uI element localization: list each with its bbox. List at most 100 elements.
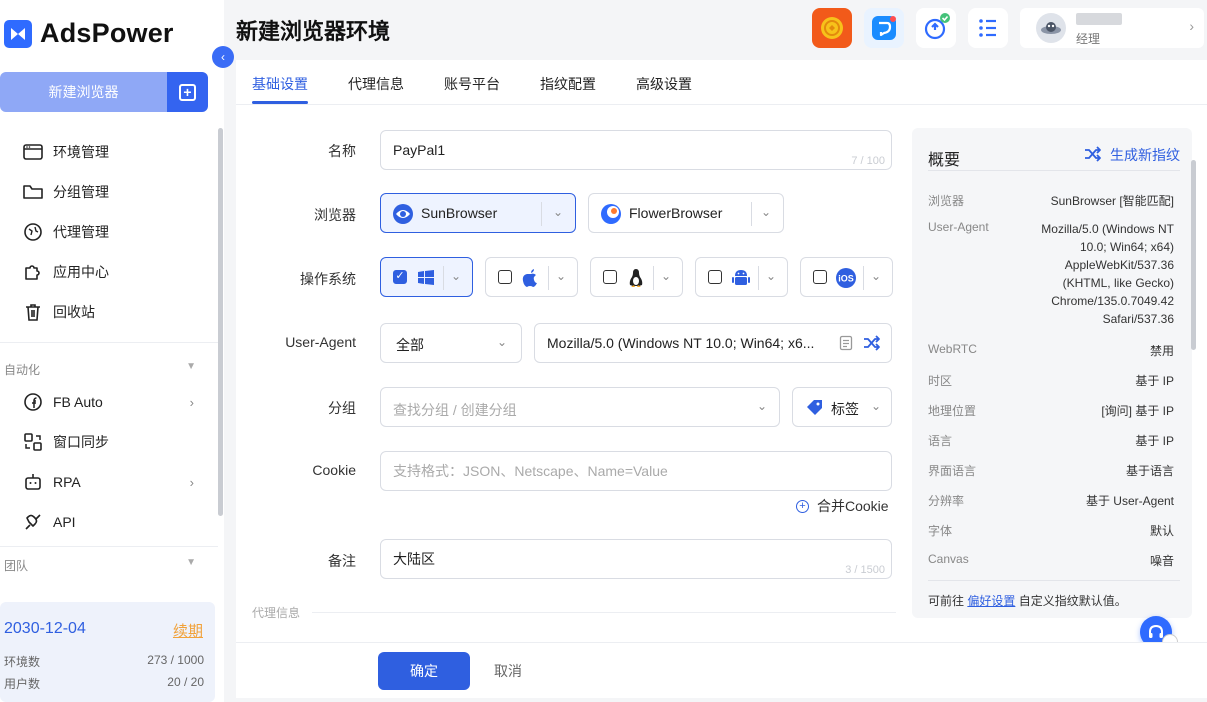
browser-sunbrowser-select[interactable]: SunBrowser ⌄ [380, 193, 576, 233]
sidebar-item-window-sync[interactable]: 窗口同步 [22, 430, 202, 454]
plan-card: 2030-12-04 续期 环境数 273 / 1000 用户数 20 / 20 [0, 602, 215, 702]
messenger-app-button[interactable] [864, 8, 904, 48]
summary-value: 基于语言 [1125, 464, 1174, 478]
sidebar-item-label: 窗口同步 [53, 434, 109, 450]
sidebar-item-label: FB Auto [53, 394, 103, 410]
generate-fingerprint-button[interactable]: 生成新指纹 [1084, 145, 1180, 165]
sidebar-item-trash[interactable]: 回收站 [22, 300, 202, 324]
sidebar-item-label: 回收站 [53, 304, 95, 320]
summary-scrollbar[interactable] [1191, 160, 1196, 350]
tag-select[interactable]: 标签 ⌄ [792, 387, 892, 427]
sidebar-item-label: 代理管理 [53, 224, 109, 240]
remark-counter: 3 / 1500 [845, 564, 885, 576]
os-macos-select[interactable]: ⌄ [485, 257, 578, 297]
sidebar-item-api[interactable]: API [22, 510, 202, 534]
tab-fingerprint[interactable]: 指纹配置 [540, 74, 596, 94]
new-browser-button[interactable]: 新建浏览器 [0, 72, 167, 112]
flowerbrowser-icon [599, 202, 623, 229]
os-android-select[interactable]: ⌄ [695, 257, 788, 297]
collapse-sidebar-button[interactable]: ‹ [212, 46, 234, 68]
select-divider [863, 266, 864, 290]
os-ios-select[interactable]: iOS ⌄ [800, 257, 893, 297]
browser-2-label: FlowerBrowser [629, 205, 723, 221]
summary-value: 基于 IP [1135, 434, 1174, 448]
group-select[interactable]: 查找分组 / 创建分组 ⌄ [380, 387, 780, 427]
browser-label: 浏览器 [314, 207, 356, 223]
sidebar-scrollbar[interactable] [218, 128, 223, 516]
footer-text-post: 自定义指纹默认值。 [1018, 594, 1127, 608]
browser-flowerbrowser-select[interactable]: FlowerBrowser ⌄ [588, 193, 784, 233]
linux-checkbox[interactable] [603, 270, 617, 284]
shuffle-icon [1084, 145, 1102, 165]
form-footer: 确定 取消 [236, 642, 1207, 698]
ua-filter-select[interactable]: 全部 ⌄ [380, 323, 522, 363]
macos-checkbox[interactable] [498, 270, 512, 284]
summary-key: WebRTC [928, 342, 977, 356]
proxy-section-title: 代理信息 [252, 606, 301, 620]
windows-checkbox[interactable]: ✓ [393, 270, 407, 284]
sidebar-divider [0, 546, 218, 547]
os-label: 操作系统 [300, 271, 356, 287]
sidebar-item-groups[interactable]: 分组管理 [22, 180, 202, 204]
summary-value: [询问] 基于 IP [1101, 404, 1174, 418]
generate-label: 生成新指纹 [1110, 147, 1180, 163]
tab-basic[interactable]: 基础设置 [252, 74, 308, 94]
cancel-button[interactable]: 取消 [488, 652, 528, 690]
task-list-button[interactable] [968, 8, 1008, 48]
name-input[interactable]: PayPal1 7 / 100 [380, 130, 892, 170]
sidebar-item-proxy[interactable]: 代理管理 [22, 220, 202, 244]
sidebar-item-env[interactable]: 环境管理 [22, 140, 202, 164]
plug-icon [22, 511, 44, 533]
summary-value: 噪音 [1149, 554, 1174, 568]
document-copy-icon[interactable] [839, 335, 853, 354]
summary-footer: 可前往 偏好设置 自定义指纹默认值。 [928, 592, 1127, 609]
ufo-avatar-icon [1041, 22, 1061, 34]
tab-advanced[interactable]: 高级设置 [636, 74, 692, 94]
sidebar-item-rpa[interactable]: RPA › [22, 470, 202, 494]
android-checkbox[interactable] [708, 270, 722, 284]
coin-app-button[interactable] [812, 8, 852, 48]
cookie-input[interactable]: 支持格式：JSON、Netscape、Name=Value [380, 451, 892, 491]
ios-checkbox[interactable] [813, 270, 827, 284]
confirm-button[interactable]: 确定 [378, 652, 470, 690]
ios-icon: iOS [835, 267, 857, 289]
shuffle-icon[interactable] [863, 335, 881, 354]
automation-section-title[interactable]: 自动化 ▼ [4, 361, 200, 378]
tag-label: 标签 [831, 401, 859, 417]
user-name-redacted [1076, 13, 1122, 25]
chevron-right-icon: › [189, 474, 194, 490]
tab-proxy[interactable]: 代理信息 [348, 74, 404, 94]
ua-input[interactable]: Mozilla/5.0 (Windows NT 10.0; Win64; x6.… [534, 323, 892, 363]
chevron-down-icon: ⌄ [553, 205, 564, 219]
tab-account-platform[interactable]: 账号平台 [444, 74, 500, 94]
remark-label: 备注 [328, 553, 356, 569]
os-linux-select[interactable]: ⌄ [590, 257, 683, 297]
user-menu[interactable]: 经理 › [1020, 8, 1204, 48]
renew-link[interactable]: 续期 [173, 620, 203, 641]
user-count-value: 20 / 20 [167, 675, 204, 689]
cookie-placeholder: 支持格式：JSON、Netscape、Name=Value [393, 463, 668, 479]
summary-value: 基于 User-Agent [1085, 494, 1174, 508]
preferences-link[interactable]: 偏好设置 [967, 594, 1015, 608]
sync-update-button[interactable] [916, 8, 956, 48]
sidebar-item-apps[interactable]: 应用中心 [22, 260, 202, 284]
summary-panel: 概要 生成新指纹 浏览器 SunBrowser [智能匹配] User-Agen… [912, 128, 1192, 618]
app-logo[interactable]: AdsPower [4, 18, 174, 49]
remark-input[interactable]: 大陆区 3 / 1500 [380, 539, 892, 579]
puzzle-icon [22, 261, 44, 283]
summary-title: 概要 [928, 152, 961, 169]
browser-1-label: SunBrowser [421, 205, 498, 221]
sidebar-item-fb-auto[interactable]: FB Auto › [22, 390, 202, 414]
chevron-down-icon: ⌄ [766, 269, 777, 283]
select-divider [758, 266, 759, 290]
new-browser-group: 新建浏览器 + [0, 72, 208, 112]
merge-cookie-button[interactable]: + 合并Cookie [796, 496, 889, 516]
select-divider [541, 202, 542, 226]
team-section-title[interactable]: 团队 ▼ [4, 557, 200, 574]
os-windows-select[interactable]: ✓ ⌄ [380, 257, 473, 297]
summary-value: 禁用 [1149, 344, 1174, 358]
merge-cookie-label: 合并Cookie [817, 498, 889, 514]
chat-app-icon [872, 16, 896, 40]
new-browser-plus-button[interactable]: + [167, 72, 208, 112]
sync-icon [924, 13, 950, 40]
